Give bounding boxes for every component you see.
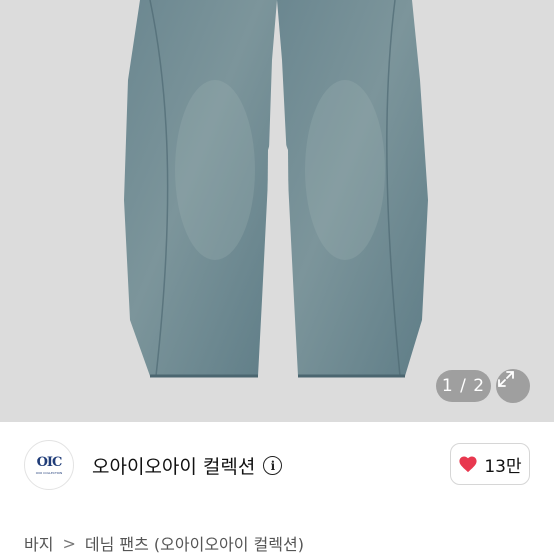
breadcrumb: 바지 > 데님 팬츠 (오아이오아이 컬렉션) [24,531,304,555]
seller-logo-text: OIC [36,454,63,470]
like-count: 13만 [484,456,522,477]
heart-icon [459,456,477,473]
breadcrumb-item-category[interactable]: 바지 [24,531,53,555]
seller-name: 오아이오아이 컬렉션 [92,456,256,478]
page-indicator: 1 / 2 [436,370,491,402]
expand-button[interactable] [496,369,530,403]
expand-icon [498,371,514,387]
seller-row: OIC OIOI COLLECTION 오아이오아이 컬렉션 i 13만 [0,422,554,522]
info-icon[interactable]: i [263,456,283,475]
chevron-right-icon: > [62,533,76,553]
like-button[interactable]: 13만 [450,443,530,485]
seller-name-link[interactable]: 오아이오아이 컬렉션 i [92,452,283,479]
product-image [124,0,428,378]
seller-avatar[interactable]: OIC OIOI COLLECTION [24,440,74,490]
breadcrumb-item-subcategory[interactable]: 데님 팬츠 (오아이오아이 컬렉션) [85,531,304,555]
seller-logo-subtext: OIOI COLLECTION [35,470,63,475]
heart-shape [459,456,477,473]
product-image-gallery[interactable]: 1 / 2 [0,0,554,422]
